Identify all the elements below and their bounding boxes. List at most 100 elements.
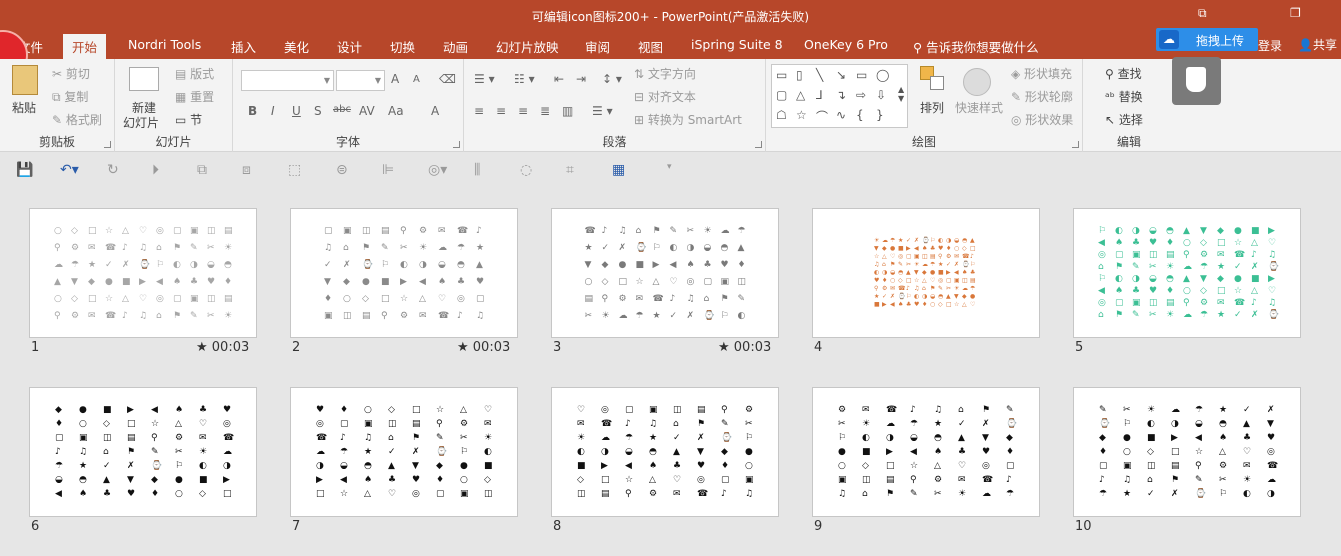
tab-home[interactable]: 开始: [63, 34, 107, 62]
ungroup-icon[interactable]: ⧈: [242, 162, 251, 178]
justify-icon[interactable]: ≣: [540, 104, 550, 118]
align-text-button[interactable]: ⊟ 对齐文本: [634, 88, 696, 105]
distribute-horizontal-icon[interactable]: ⫼: [474, 162, 480, 178]
customize-qat-icon[interactable]: ▾: [667, 162, 672, 172]
vertical-textbox-icon[interactable]: ▯: [796, 68, 803, 82]
select-button[interactable]: ↖ 选择: [1105, 111, 1143, 128]
paste-icon[interactable]: [12, 65, 38, 95]
curve-shape-icon[interactable]: ∿: [836, 108, 846, 122]
numbering-icon[interactable]: ☷ ▾: [514, 72, 535, 86]
from-start-icon[interactable]: ⏵: [152, 162, 159, 178]
bold-button[interactable]: B: [248, 104, 257, 118]
font-launcher[interactable]: [453, 141, 460, 148]
tell-me-search[interactable]: ⚲ 告诉我你想要做什么: [913, 37, 1039, 56]
cut-button[interactable]: ✂ 剪切: [52, 65, 90, 82]
text-direction-button[interactable]: ⇅ 文字方向: [634, 65, 696, 82]
quick-styles-button[interactable]: 快速样式: [955, 99, 1003, 116]
font-name-combo[interactable]: ▼: [241, 70, 334, 91]
italic-button[interactable]: I: [271, 104, 275, 118]
triangle-shape-icon[interactable]: △: [796, 88, 805, 102]
slide-thumbnail[interactable]: ☀ ☁ ☂ ★ ✓ ✗ ⌚ ⚐ ◐ ◑ ◒ ◓ ▲ ▼ ◆ ● ■ ▶ ◀ ♠ ♣ ♥ ♦ ○ ◇ □ ☆ △ ♡ ◎ ▢ ▣ ◫ ▤ ⚲ ⚙ ✉ ☎ ♪ ♫…: [812, 208, 1040, 338]
replace-button[interactable]: ᵃᵇ 替换: [1105, 88, 1143, 105]
shrink-font-button[interactable]: A: [413, 74, 420, 85]
share-button[interactable]: 👤共享: [1298, 36, 1337, 53]
reset-button[interactable]: ▦ 重置: [175, 88, 214, 105]
grow-font-button[interactable]: A: [391, 72, 399, 86]
shape-outline-button[interactable]: ✎ 形状轮廓: [1011, 88, 1073, 105]
save-icon[interactable]: 💾: [16, 162, 33, 178]
char-spacing-button[interactable]: AV: [359, 104, 375, 118]
new-slide-menu[interactable]: 幻灯片: [123, 114, 159, 131]
tab-ispring[interactable]: iSpring Suite 8: [691, 37, 783, 52]
distribute-icon[interactable]: ☰ ▾: [592, 104, 613, 118]
tab-view[interactable]: 视图: [638, 37, 663, 56]
align-left-icon[interactable]: ≡: [474, 104, 484, 118]
paragraph-launcher[interactable]: [755, 141, 762, 148]
arrange-icon[interactable]: [920, 66, 946, 92]
align-center-icon[interactable]: ≡: [496, 104, 506, 118]
shapes-gallery[interactable]: ▭ ▯ ╲ ↘ ▭ ◯ ▢ △ ⅃ ↴ ⇨ ⇩ ☖ ☆ ⌒ ∿ { } ▲ ▼: [771, 64, 908, 128]
usb-device-icon[interactable]: [1172, 57, 1221, 105]
drag-upload-button[interactable]: ☁ 拖拽上传: [1156, 28, 1258, 51]
tab-slideshow[interactable]: 幻灯片放映: [496, 37, 559, 56]
slide-thumbnail[interactable]: ☎ ♪ ♫ ⌂ ⚑ ✎ ✂ ☀ ☁ ☂ ★ ✓ ✗ ⌚ ⚐ ◐ ◑ ◒ ◓ ▲ ▼ ◆ ● ■ ▶ ◀ ♠ ♣ ♥ ♦ ○ ◇ □ ☆ △ ♡ ◎ ▢ ▣ ◫…: [551, 208, 779, 338]
tab-nordri-tools[interactable]: Nordri Tools: [128, 37, 201, 52]
tab-design[interactable]: 设计: [337, 37, 362, 56]
smartart-button[interactable]: ⊞ 转换为 SmartArt: [634, 111, 742, 128]
down-arrow-shape-icon[interactable]: ⇩: [876, 88, 886, 102]
align-left-tool-icon[interactable]: ⊫: [382, 162, 394, 178]
redo-icon[interactable]: ↻: [107, 162, 119, 178]
slide-thumbnail[interactable]: ◆ ● ■ ▶ ◀ ♠ ♣ ♥ ♦ ○ ◇ □ ☆ △ ♡ ◎ ▢ ▣ ◫ ▤ ⚲ ⚙ ✉ ☎ ♪ ♫ ⌂ ⚑ ✎ ✂ ☀ ☁ ☂ ★ ✓ ✗ ⌚ ⚐ ◐ ◑…: [29, 387, 257, 517]
copy-button[interactable]: ⧉ 复制: [52, 88, 88, 105]
oval-shape-icon[interactable]: ◯: [876, 68, 889, 82]
freeform-icon[interactable]: ☖: [776, 108, 787, 122]
arrow-line-icon[interactable]: ↘: [836, 68, 846, 82]
rotate-icon[interactable]: ◌: [520, 162, 532, 178]
login-link[interactable]: 登录: [1258, 37, 1282, 54]
brace-right-icon[interactable]: }: [876, 108, 884, 122]
gallery-more-icon[interactable]: ▲ ▼: [898, 85, 904, 103]
slide-thumbnail[interactable]: ⚐ ◐ ◑ ◒ ◓ ▲ ▼ ◆ ● ■ ▶ ◀ ♠ ♣ ♥ ♦ ○ ◇ □ ☆ △ ♡ ◎ ▢ ▣ ◫ ▤ ⚲ ⚙ ✉ ☎ ♪ ♫ ⌂ ⚑ ✎ ✂ ☀ ☁ ☂…: [1073, 208, 1301, 338]
section-button[interactable]: ▭ 节: [175, 111, 202, 128]
textbox-shape-icon[interactable]: ▭: [776, 68, 787, 82]
layout-button[interactable]: ▤ 版式: [175, 65, 214, 82]
underline-button[interactable]: U: [292, 104, 301, 118]
star-shape-icon[interactable]: ☆: [796, 108, 807, 122]
tab-beautify[interactable]: 美化: [284, 37, 309, 56]
clipboard-launcher[interactable]: [104, 141, 111, 148]
crop-icon[interactable]: ⌗: [566, 162, 574, 178]
align-right-icon[interactable]: ≡: [518, 104, 528, 118]
columns-icon[interactable]: ▥: [562, 104, 573, 118]
pointer-tool-icon[interactable]: ▦: [612, 162, 625, 178]
tab-review[interactable]: 审阅: [585, 37, 610, 56]
find-button[interactable]: ⚲ 查找: [1105, 65, 1142, 82]
slide-thumbnail[interactable]: ✎ ✂ ☀ ☁ ☂ ★ ✓ ✗ ⌚ ⚐ ◐ ◑ ◒ ◓ ▲ ▼ ◆ ● ■ ▶ ◀ ♠ ♣ ♥ ♦ ○ ◇ □ ☆ △ ♡ ◎ ▢ ▣ ◫ ▤ ⚲ ⚙ ✉ ☎…: [1073, 387, 1301, 517]
merge-shapes-icon[interactable]: ◎▾: [428, 162, 447, 178]
font-size-combo[interactable]: ▼: [336, 70, 385, 91]
brace-left-icon[interactable]: {: [856, 108, 864, 122]
slide-thumbnail[interactable]: ▢ ▣ ◫ ▤ ⚲ ⚙ ✉ ☎ ♪ ♫ ⌂ ⚑ ✎ ✂ ☀ ☁ ☂ ★ ✓ ✗ ⌚ ⚐ ◐ ◑ ◒ ◓ ▲ ▼ ◆ ● ■ ▶ ◀ ♠ ♣ ♥ ♦ ○ ◇ □…: [290, 208, 518, 338]
line-shape-icon[interactable]: ╲: [816, 68, 823, 82]
drawing-launcher[interactable]: [1072, 141, 1079, 148]
shadow-button[interactable]: S: [314, 104, 322, 118]
align-middle-icon[interactable]: ⊜: [336, 162, 348, 178]
change-case-button[interactable]: Aa: [388, 104, 404, 118]
slide-thumbnail[interactable]: ○ ◇ □ ☆ △ ♡ ◎ ▢ ▣ ◫ ▤ ⚲ ⚙ ✉ ☎ ♪ ♫ ⌂ ⚑ ✎ ✂ ☀ ☁ ☂ ★ ✓ ✗ ⌚ ⚐ ◐ ◑ ◒ ◓ ▲ ▼ ◆ ● ■ ▶ ◀…: [29, 208, 257, 338]
select-pane-icon[interactable]: ⬚: [288, 162, 301, 178]
clear-format-icon[interactable]: ⌫: [439, 72, 456, 86]
connector-icon[interactable]: ⅃: [816, 88, 823, 102]
strikethrough-button[interactable]: abc: [333, 104, 351, 115]
slide-thumbnail[interactable]: ♥ ♦ ○ ◇ □ ☆ △ ♡ ◎ ▢ ▣ ◫ ▤ ⚲ ⚙ ✉ ☎ ♪ ♫ ⌂ ⚑ ✎ ✂ ☀ ☁ ☂ ★ ✓ ✗ ⌚ ⚐ ◐ ◑ ◒ ◓ ▲ ▼ ◆ ● ■…: [290, 387, 518, 517]
arrange-button[interactable]: 排列: [920, 99, 944, 116]
rectangle-shape-icon[interactable]: ▭: [856, 68, 867, 82]
decrease-indent-icon[interactable]: ⇤: [554, 72, 564, 86]
tab-animations[interactable]: 动画: [443, 37, 468, 56]
tab-onekey[interactable]: OneKey 6 Pro: [804, 37, 888, 52]
slide-thumbnail[interactable]: ⚙ ✉ ☎ ♪ ♫ ⌂ ⚑ ✎ ✂ ☀ ☁ ☂ ★ ✓ ✗ ⌚ ⚐ ◐ ◑ ◒ ◓ ▲ ▼ ◆ ● ■ ▶ ◀ ♠ ♣ ♥ ♦ ○ ◇ □ ☆ △ ♡ ◎ ▢…: [812, 387, 1040, 517]
undo-icon[interactable]: ↶▾: [60, 162, 79, 178]
restore-window-icon[interactable]: ❐: [1290, 6, 1301, 20]
increase-indent-icon[interactable]: ⇥: [576, 72, 586, 86]
bullets-icon[interactable]: ☰ ▾: [474, 72, 495, 86]
elbow-arrow-icon[interactable]: ↴: [836, 88, 846, 102]
arc-shape-icon[interactable]: ⌒: [816, 108, 828, 125]
